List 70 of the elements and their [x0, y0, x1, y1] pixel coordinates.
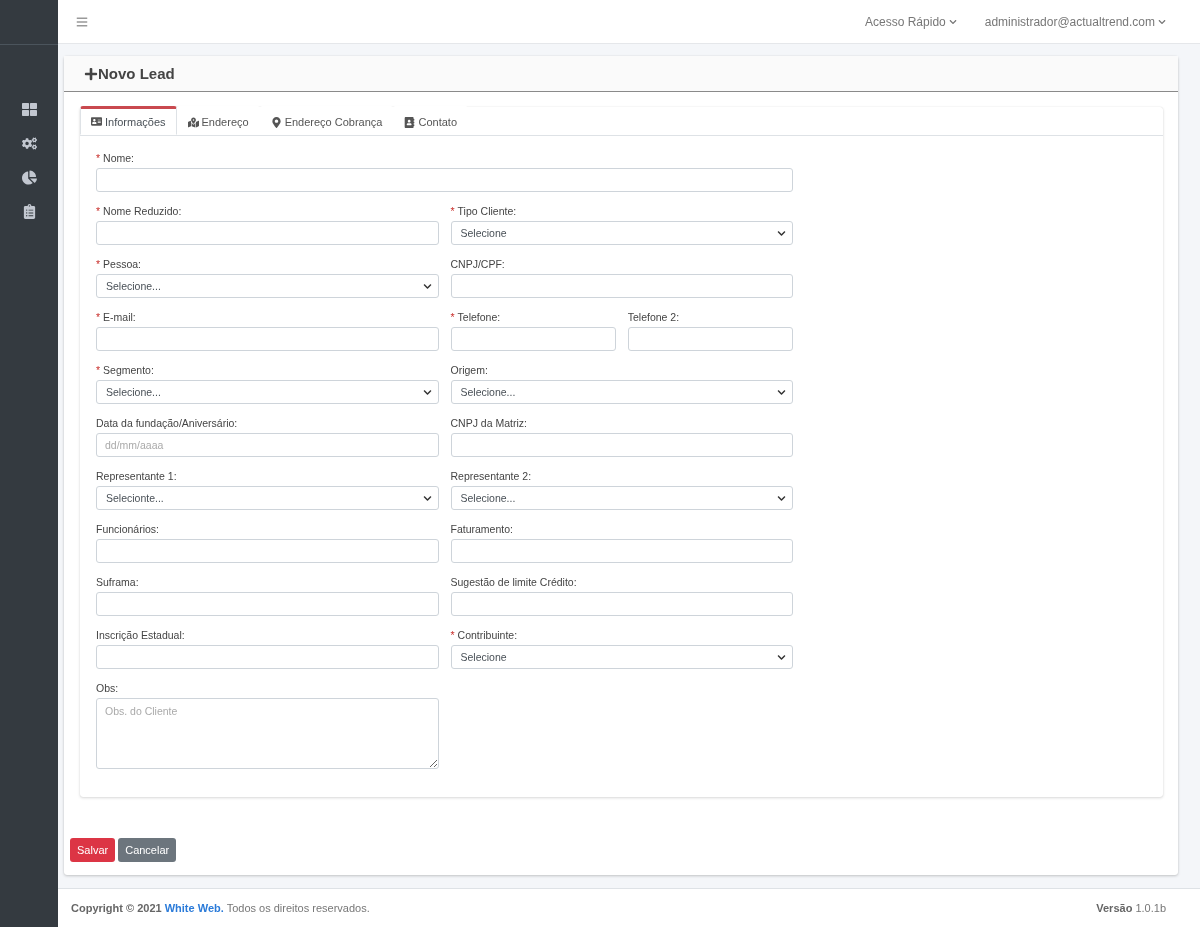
input-field[interactable] — [96, 221, 439, 245]
input-field[interactable] — [450, 539, 793, 563]
map-icon — [187, 116, 199, 128]
field-label: CNPJ da Matriz: — [450, 417, 528, 430]
save-button[interactable]: Salvar — [70, 838, 116, 862]
input-field[interactable] — [450, 274, 793, 298]
field-label: Telefone 2: — [627, 311, 681, 324]
company-link[interactable]: White Web. — [164, 902, 224, 914]
select-field[interactable]: Selecione... — [450, 380, 793, 404]
input-field[interactable] — [627, 327, 793, 351]
input-field[interactable] — [96, 592, 439, 616]
field-label: * Nome Reduzido: — [96, 205, 183, 218]
grid-icon[interactable] — [21, 102, 37, 117]
version-text: Versão 1.0.1b — [1096, 902, 1166, 914]
input-field[interactable] — [96, 539, 439, 563]
field-label: Suframa: — [96, 576, 140, 589]
field-label: * Segmento: — [96, 364, 155, 377]
id-card-icon — [91, 116, 102, 127]
select-field[interactable]: Selecione... — [96, 380, 439, 404]
field-label: Faturamento: — [450, 523, 514, 536]
field-label: * Nome: — [96, 152, 136, 165]
field-label: Representante 1: — [96, 470, 178, 483]
chevron-down-icon — [777, 387, 786, 397]
input-field[interactable] — [450, 592, 793, 616]
field-label: * Contribuinte: — [450, 629, 519, 642]
pie-chart-icon[interactable] — [21, 170, 37, 185]
menu-icon[interactable] — [76, 15, 88, 28]
chevron-down-icon — [777, 493, 786, 503]
field-label: Sugestão de limite Crédito: — [450, 576, 578, 589]
field-label: * Pessoa: — [96, 258, 143, 271]
cancel-button[interactable]: Cancelar — [118, 838, 177, 862]
input-field[interactable] — [450, 327, 616, 351]
field-label: Representante 2: — [450, 470, 533, 483]
chevron-down-icon — [777, 228, 786, 238]
input-field[interactable] — [96, 327, 439, 351]
chevron-down-icon — [422, 387, 432, 397]
input-field[interactable]: dd/mm/aaaa — [96, 433, 439, 457]
chevron-down-icon — [777, 652, 786, 662]
clipboard-icon[interactable] — [21, 204, 37, 219]
quick-access-menu[interactable]: Acesso Rápido — [865, 14, 957, 29]
select-field[interactable]: Selecione — [450, 221, 793, 245]
textarea-field[interactable]: Obs. do Cliente — [96, 698, 439, 769]
field-label: * Tipo Cliente: — [450, 205, 518, 218]
field-label: * E-mail: — [96, 311, 137, 324]
page-title: Novo Lead — [98, 65, 175, 82]
field-label: Obs: — [96, 682, 120, 695]
chevron-down-icon — [1158, 17, 1166, 26]
map-pin-icon — [270, 116, 282, 128]
input-field[interactable] — [450, 433, 793, 457]
select-field[interactable]: Selecionte... — [96, 486, 439, 510]
user-menu[interactable]: administrador@actualtrend.com — [984, 14, 1166, 29]
chevron-down-icon — [948, 17, 957, 26]
plus-icon — [84, 66, 98, 81]
select-field[interactable]: Selecione... — [96, 274, 439, 298]
tab[interactable]: Informações — [80, 106, 177, 135]
field-label: Origem: — [450, 364, 489, 377]
contact-book-icon — [404, 116, 416, 128]
input-field[interactable] — [96, 168, 793, 192]
gears-icon[interactable] — [21, 136, 37, 151]
chevron-down-icon — [422, 493, 432, 503]
input-field[interactable] — [96, 645, 439, 669]
field-label: Data da fundação/Aniversário: — [96, 417, 239, 430]
select-field[interactable]: Selecione — [450, 645, 793, 669]
field-label: CNPJ/CPF: — [450, 258, 506, 271]
select-field[interactable]: Selecione... — [450, 486, 793, 510]
chevron-down-icon — [422, 281, 432, 291]
field-label: Funcionários: — [96, 523, 161, 536]
field-label: * Telefone: — [450, 311, 502, 324]
copyright-text: Copyright © 2021 White Web. Todos os direitos reservados. — [71, 902, 370, 914]
field-label: Inscrição Estadual: — [96, 629, 186, 642]
